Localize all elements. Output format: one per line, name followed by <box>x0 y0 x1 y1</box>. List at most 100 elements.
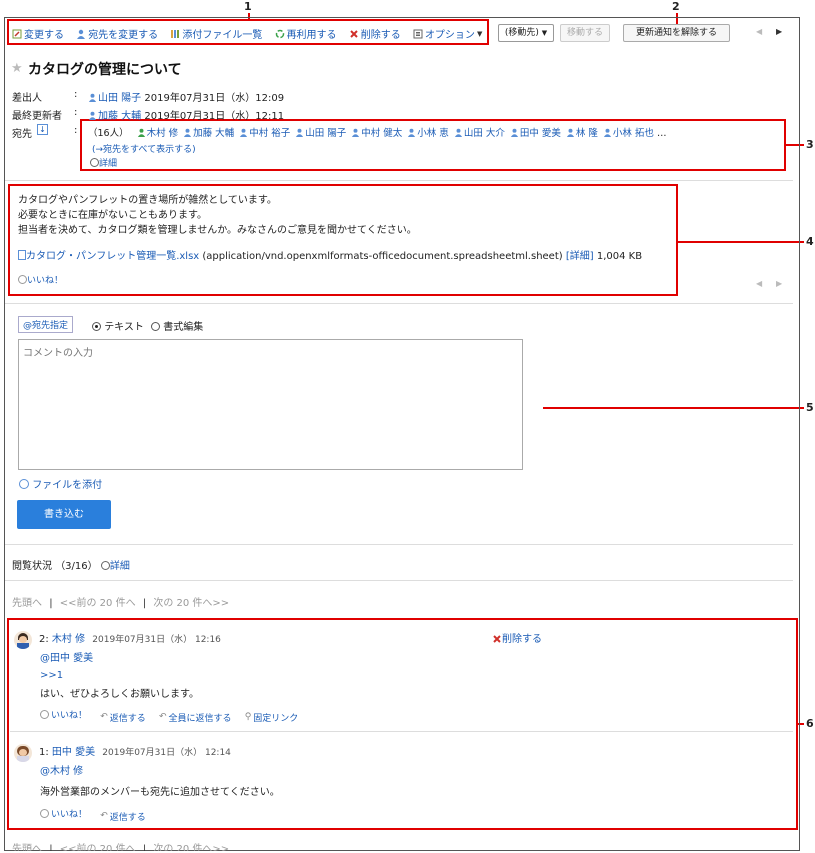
like-button[interactable]: いいね！ <box>40 807 87 820</box>
user-icon <box>603 128 612 137</box>
comment-author-link[interactable]: 木村 修 <box>52 634 85 645</box>
prev-arrow-icon[interactable]: ◀ <box>756 279 762 288</box>
body-line: 必要なときに在庫がないこともあります。 <box>18 210 207 221</box>
reply-button[interactable]: ↶ 返信する <box>100 711 146 724</box>
comment-date: 2019年07月31日（水） 12:14 <box>102 748 231 758</box>
recipient-item[interactable]: 中村 裕子 <box>239 128 290 139</box>
recipient-link: 山田 陽子 <box>305 128 347 139</box>
next-page-link[interactable]: 次の 20 件へ>> <box>153 598 229 609</box>
recipient-link: 中村 健太 <box>361 128 403 139</box>
permalink-button[interactable]: ⚲ 固定リンク <box>245 711 299 724</box>
updater-link[interactable]: 加藤 大輔 <box>98 111 141 122</box>
pagination-bottom: 先頭へ | <<前の 20 件へ | 次の 20 件へ>> <box>12 840 229 851</box>
next-arrow-icon[interactable]: ▶ <box>776 279 782 288</box>
reply-button[interactable]: ↶ 返信する <box>100 810 146 823</box>
edit-label: 変更する <box>24 30 64 41</box>
show-all-recipients-link[interactable]: (→宛先をすべて表示する) <box>92 142 196 155</box>
comment-mention[interactable]: @田中 愛美 <box>40 649 93 664</box>
reply-icon: ↶ <box>100 712 108 722</box>
options-menu[interactable]: オプション ▼ <box>413 26 482 41</box>
prev-arrow-icon[interactable]: ◀ <box>756 27 762 36</box>
recipients-count: （16人） <box>88 128 129 139</box>
callout-5: 5 <box>806 401 814 414</box>
submit-comment-button[interactable]: 書き込む <box>17 500 111 529</box>
recipient-link: 加藤 大輔 <box>193 128 235 139</box>
mention-button[interactable]: @宛先指定 <box>18 316 74 333</box>
user-icon <box>454 128 462 137</box>
recipients-label: 宛先 <box>12 129 32 140</box>
sender-link[interactable]: 山田 陽子 <box>98 93 141 104</box>
body-line: 担当者を決めて、カタログ類を管理しませんか。みなさんのご意見を聞かせてください。 <box>18 225 417 236</box>
recipient-item[interactable]: 小林 恵 <box>407 128 449 139</box>
recipient-item[interactable]: 田中 愛美 <box>510 128 561 139</box>
prev-page-link[interactable]: <<前の 20 件へ <box>60 598 136 609</box>
move-destination-select[interactable]: (移動先) ▼ <box>498 24 554 42</box>
comment-quote-link[interactable]: >>1 <box>40 670 63 681</box>
next-arrow-icon[interactable]: ▶ <box>776 27 782 36</box>
move-button[interactable]: 移動する <box>560 24 610 42</box>
recipient-item[interactable]: 加藤 大輔 <box>183 128 234 139</box>
attachment-details-link[interactable]: [詳細] <box>566 251 594 262</box>
star-icon[interactable]: ★ <box>11 61 23 76</box>
chevron-down-icon: ▼ <box>541 29 548 37</box>
recipient-item[interactable]: 木村 修 <box>137 128 178 139</box>
recipient-item[interactable]: 山田 大介 <box>454 128 505 139</box>
recipient-link: 林 隆 <box>575 128 598 139</box>
first-page-link[interactable]: 先頭へ <box>12 598 42 609</box>
recipient-item[interactable]: 林 隆 <box>566 128 598 139</box>
user-icon <box>88 111 97 120</box>
prev-page-link[interactable]: <<前の 20 件へ <box>60 844 136 851</box>
user-icon <box>184 128 192 137</box>
radio-text-label: テキスト <box>104 322 144 333</box>
reply-all-icon: ↶ <box>158 712 167 722</box>
comment-text: はい、ぜひよろしくお願いします。 <box>40 689 199 700</box>
comment-input[interactable] <box>18 339 523 470</box>
user-icon <box>240 128 248 137</box>
read-status-details-link[interactable]: 詳細 <box>110 561 130 572</box>
next-page-link[interactable]: 次の 20 件へ>> <box>153 844 229 851</box>
sender-date: 2019年07月31日（水）12:09 <box>144 93 285 104</box>
comment-text: 海外営業部のメンバーも宛先に追加させてください。 <box>40 787 280 798</box>
comment-author-link[interactable]: 田中 愛美 <box>52 747 95 758</box>
download-icon[interactable]: ↓ <box>37 124 48 135</box>
first-page-link[interactable]: 先頭へ <box>12 844 42 851</box>
updater-label: 最終更新者 <box>12 111 62 122</box>
reuse-button[interactable]: 再利用する <box>275 26 337 41</box>
radio-rich[interactable] <box>151 322 161 331</box>
read-status-count: （3/16） <box>55 561 98 572</box>
comment-actions: いいね！ ↶ 返信する <box>40 807 156 823</box>
attachment-size: 1,004 KB <box>596 251 643 262</box>
delete-button[interactable]: 削除する <box>349 26 401 41</box>
recipient-item[interactable]: 山田 陽子 <box>295 128 346 139</box>
user-icon <box>137 128 145 137</box>
comment-mention[interactable]: @木村 修 <box>40 762 83 777</box>
comment-delete-button[interactable]: 削除する <box>492 630 542 645</box>
recipients-more: … <box>656 128 667 139</box>
change-recipients-label: 宛先を変更する <box>88 30 159 41</box>
recipients-details-link[interactable]: 詳細 <box>99 159 117 169</box>
callout-6: 6 <box>806 717 814 730</box>
attach-file-link[interactable]: ファイルを添付 <box>32 480 102 491</box>
attachment-link[interactable]: カタログ・パンフレット管理一覧.xlsx <box>26 251 199 262</box>
recipient-link: 小林 拓也 <box>612 128 654 139</box>
read-status-label: 閲覧状況 <box>12 561 52 572</box>
attachments-label: 添付ファイル一覧 <box>182 30 263 41</box>
like-button[interactable]: いいね！ <box>27 276 63 286</box>
magnifier-icon <box>90 158 99 167</box>
attachments-button[interactable]: 添付ファイル一覧 <box>170 26 262 41</box>
edit-button[interactable]: 変更する <box>12 26 64 41</box>
recipient-item[interactable]: 小林 拓也 <box>603 128 654 139</box>
radio-text[interactable] <box>92 322 101 331</box>
body-line: カタログやパンフレットの置き場所が雑然としています。 <box>18 195 277 206</box>
change-recipients-button[interactable]: 宛先を変更する <box>76 26 158 41</box>
file-icon <box>18 250 26 260</box>
callout-2: 2 <box>672 0 680 13</box>
reply-all-button[interactable]: ↶ 全員に返信する <box>159 711 232 724</box>
unsubscribe-button[interactable]: 更新通知を解除する <box>623 24 730 42</box>
callout-1: 1 <box>244 0 252 13</box>
recipient-link: 山田 大介 <box>463 128 505 139</box>
chevron-down-icon: ▼ <box>476 29 483 38</box>
like-button[interactable]: いいね！ <box>40 708 87 721</box>
recipient-item[interactable]: 中村 健太 <box>351 128 402 139</box>
recipients-list: （16人） 木村 修 加藤 大輔 中村 裕子 山田 陽子 中村 健太 小林 恵 山田 大介 田… <box>88 125 666 139</box>
